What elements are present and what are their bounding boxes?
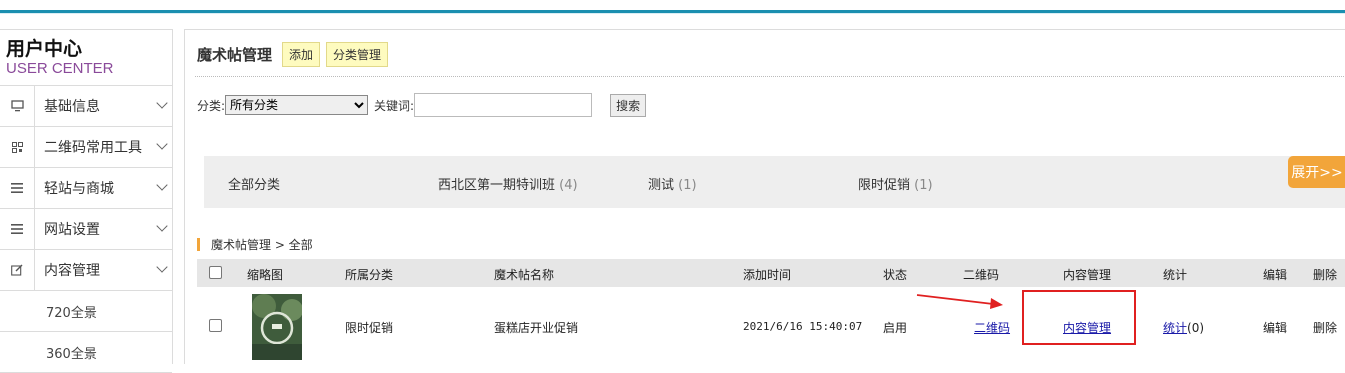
row-name: 蛋糕店开业促销 [494,321,579,335]
header-stats: 统计 [1163,268,1188,282]
row-checkbox[interactable] [209,319,222,332]
table-header: 缩略图 所属分类 魔术帖名称 添加时间 状态 二维码 内容管理 统计 编辑 删除 [197,259,1345,287]
divider [195,76,1345,77]
row-category: 限时促销 [345,321,394,335]
monitor-icon [0,86,35,126]
keyword-input[interactable] [414,93,593,117]
search-button[interactable]: 搜索 [610,93,647,117]
category-label: 分类: [197,98,226,113]
category-filter-all[interactable]: 全部分类 [228,174,280,193]
category-filter-test[interactable]: 测试 (1) [648,174,697,193]
header-content-management: 内容管理 [1063,268,1112,282]
header-category: 所属分类 [345,268,394,282]
chevron-down-icon [156,97,168,109]
category-filter-limited-promo[interactable]: 限时促销 (1) [858,174,933,193]
annotation-highlight-box [1022,290,1136,345]
header-name: 魔术帖名称 [494,268,555,282]
row-added-time: 2021/6/16 15:40:07 [743,320,863,333]
row-status: 启用 [883,321,908,335]
breadcrumb: 魔术帖管理 > 全部 [197,236,313,253]
sidebar-item-qrcode-tools[interactable]: 二维码常用工具 [0,127,172,168]
chevron-down-icon [156,261,168,273]
category-select[interactable]: 所有分类 [225,95,369,115]
header-thumbnail: 缩略图 [247,268,284,282]
search-bar: 分类: 所有分类 关键词: 搜索 [197,93,647,117]
chevron-down-icon [156,138,168,150]
category-name: 限时促销 [858,178,911,193]
add-button[interactable]: 添加 [282,42,321,67]
header-edit: 编辑 [1263,268,1288,282]
stats-link[interactable]: 统计 [1163,321,1187,335]
table-row: 限时促销 蛋糕店开业促销 2021/6/16 15:40:07 启用 二维码 内… [197,288,1345,364]
stats-cell: 统计(0) [1163,319,1204,336]
sidebar: 用户中心 USER CENTER 基础信息 二维码常用工具 轻站与商城 网站设置 [0,29,173,373]
keyword-label: 关键词: [374,98,415,113]
sidebar-item-label: 内容管理 [44,263,100,279]
category-count: (4) [559,178,578,193]
user-center-header: 用户中心 USER CENTER [0,30,172,86]
sidebar-item-label: 基础信息 [44,99,100,115]
main-panel: 魔术帖管理 添加 分类管理 分类: 所有分类 关键词: 搜索 全部分类 西北区第… [184,29,1345,364]
header-added-time: 添加时间 [743,268,792,282]
sidebar-item-basic-info[interactable]: 基础信息 [0,86,172,127]
title-bar: 魔术帖管理 添加 分类管理 [197,42,394,67]
breadcrumb-marker [197,238,200,251]
sidebar-item-label: 网站设置 [44,222,100,238]
thumbnail-image[interactable] [252,294,302,360]
menu-icon [0,209,35,249]
category-filter-northwest[interactable]: 西北区第一期特训班 (4) [438,174,578,193]
breadcrumb-text: 魔术帖管理 > 全部 [211,238,313,252]
sidebar-subitem-720-panorama[interactable]: 720全景 [0,291,172,332]
qrcode-link[interactable]: 二维码 [974,319,1010,336]
category-name: 测试 [648,178,675,193]
user-center-title: 用户中心 [6,38,83,60]
menu-icon [0,168,35,208]
delete-link[interactable]: 删除 [1313,319,1337,336]
header-status: 状态 [883,268,908,282]
category-name: 全部分类 [228,178,281,193]
page-title: 魔术帖管理 [197,46,273,64]
chevron-down-icon [156,220,168,232]
category-count: (1) [914,178,933,193]
sidebar-item-site-settings[interactable]: 网站设置 [0,209,172,250]
qrcode-icon [0,127,35,167]
category-filter-bar: 全部分类 西北区第一期特训班 (4) 测试 (1) 限时促销 (1) [204,156,1345,208]
annotation-arrow [916,294,1003,309]
stats-count: (0) [1187,321,1205,335]
chevron-down-icon [156,179,168,191]
category-name: 西北区第一期特训班 [438,178,556,193]
sidebar-item-content-management[interactable]: 内容管理 [0,250,172,291]
expand-button[interactable]: 展开>> [1288,156,1345,188]
category-count: (1) [678,178,697,193]
category-manage-button[interactable]: 分类管理 [326,42,389,67]
edit-link[interactable]: 编辑 [1263,319,1287,336]
select-all-checkbox[interactable] [209,266,222,279]
edit-icon [0,250,35,290]
header-qrcode: 二维码 [963,268,1000,282]
top-accent-shadow [0,13,1345,14]
user-center-subtitle: USER CENTER [6,60,114,77]
sidebar-item-label: 二维码常用工具 [44,140,142,156]
sidebar-item-label: 轻站与商城 [44,181,114,197]
sidebar-subitem-360-panorama[interactable]: 360全景 [0,332,172,373]
sidebar-item-light-site-mall[interactable]: 轻站与商城 [0,168,172,209]
header-delete: 删除 [1313,268,1338,282]
